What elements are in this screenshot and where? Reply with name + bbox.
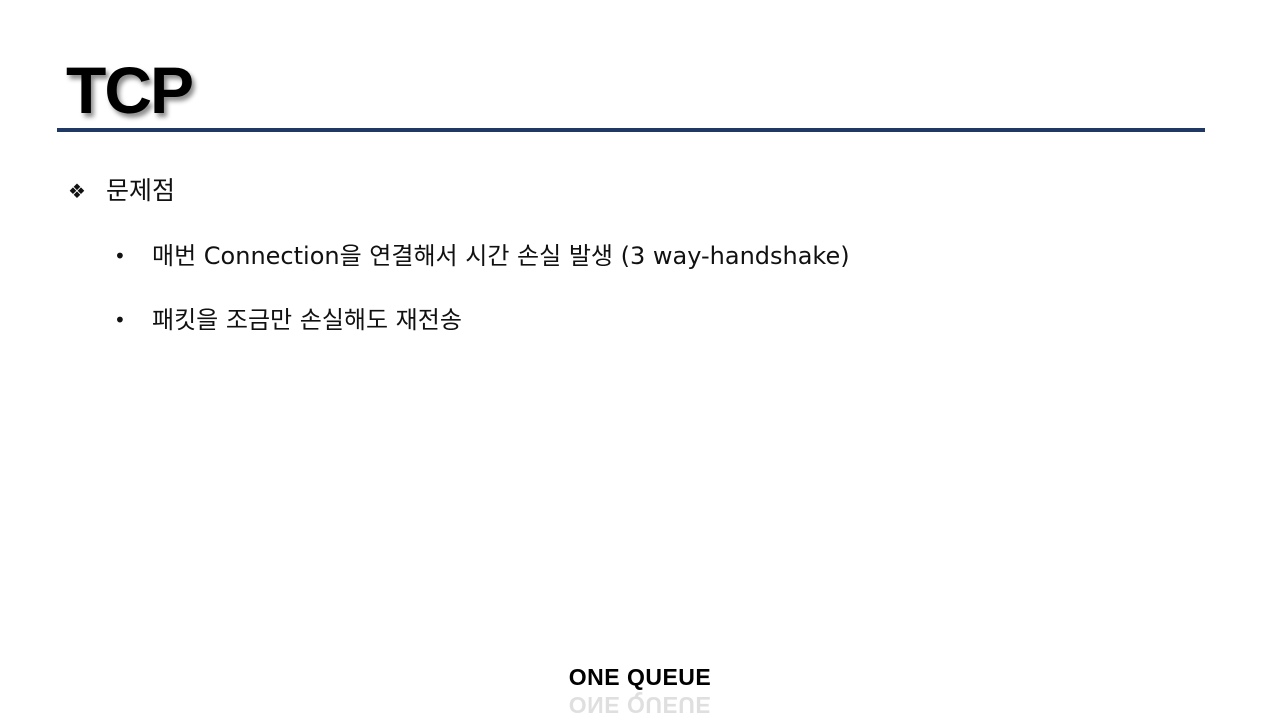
footer-logo: ONE QUEUE	[568, 664, 712, 690]
list-item: • 매번 Connection을 연결해서 시간 손실 발생 (3 way-ha…	[114, 238, 850, 274]
title-divider	[57, 128, 1205, 132]
section-heading-text: 문제점	[106, 176, 176, 205]
slide-title: TCP	[66, 53, 194, 127]
list-item: • 패킷을 조금만 손실해도 재전송	[114, 302, 462, 338]
diamond-bullet-icon: ❖	[68, 179, 86, 203]
footer-logo-reflection: ONE QUEUE	[568, 692, 712, 718]
list-item-text: 매번 Connection을 연결해서 시간 손실 발생 (3 way-hand…	[152, 242, 850, 270]
bullet-dot-icon: •	[114, 244, 126, 268]
section-heading: ❖ 문제점	[68, 172, 175, 210]
bullet-dot-icon: •	[114, 308, 126, 332]
list-item-text: 패킷을 조금만 손실해도 재전송	[152, 306, 462, 334]
